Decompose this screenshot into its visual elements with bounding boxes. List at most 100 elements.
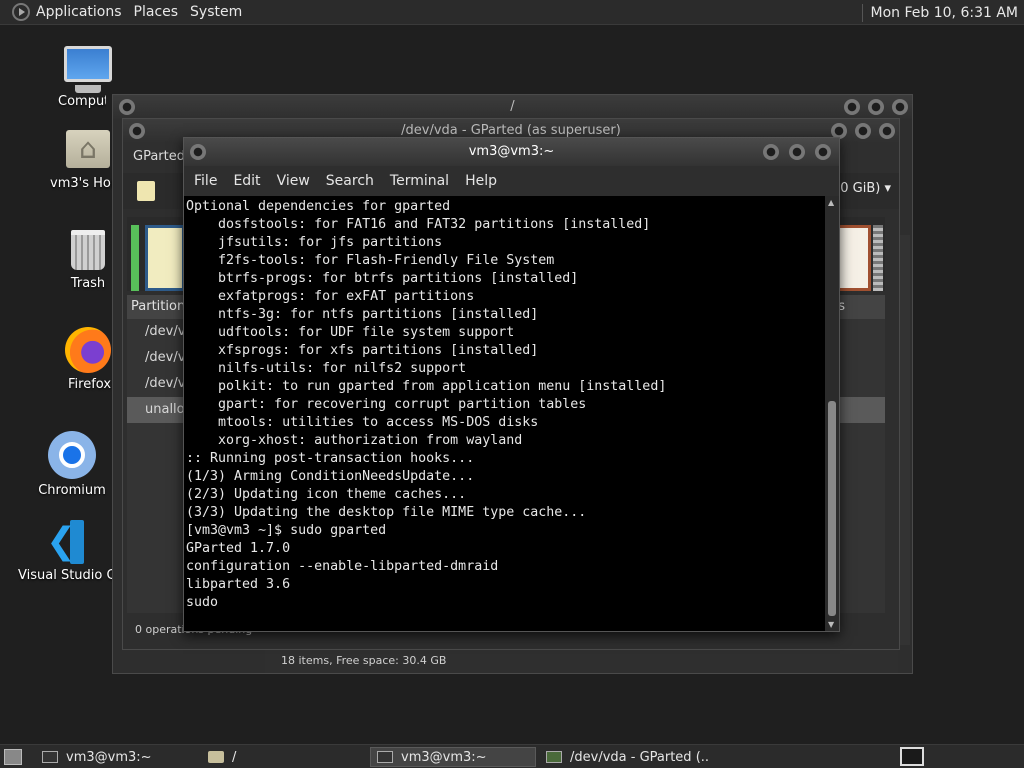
top-panel: Applications Places System Mon Feb 10, 6… xyxy=(0,0,1024,25)
menu-help[interactable]: Help xyxy=(457,173,505,189)
window-title: vm3@vm3:~ xyxy=(468,144,555,159)
terminal-line: nilfs-utils: for nilfs2 support xyxy=(186,361,467,376)
desktop-icon-label: Computer xyxy=(58,94,106,109)
taskbar-item-active[interactable]: vm3@vm3:~ xyxy=(370,747,536,767)
desktop-icon-label: Visual Studio Code xyxy=(18,568,114,583)
partition-bar-segment[interactable] xyxy=(131,225,139,291)
desktop-icon-chromium[interactable]: Chromium xyxy=(22,431,122,498)
terminal-line: xorg-xhost: authorization from wayland xyxy=(186,433,523,448)
taskbar-item[interactable]: /dev/vda - GParted (... xyxy=(540,747,710,767)
system-menu[interactable]: System xyxy=(184,0,248,25)
terminal-line: (3/3) Updating the desktop file MIME typ… xyxy=(186,505,587,520)
new-partition-icon[interactable] xyxy=(137,181,155,201)
menu-terminal[interactable]: Terminal xyxy=(382,173,457,189)
window-menu-icon[interactable] xyxy=(119,99,135,115)
taskbar-item[interactable]: vm3@vm3:~ xyxy=(36,747,196,767)
device-selector-label: 0 GiB) xyxy=(840,181,881,196)
terminal-line: xfsprogs: for xfs partitions [installed] xyxy=(186,343,539,358)
maximize-icon[interactable] xyxy=(789,144,805,160)
terminal-line: sudo xyxy=(186,595,219,610)
terminal-line: (2/3) Updating icon theme caches... xyxy=(186,487,467,502)
folder-icon xyxy=(208,751,224,763)
minimize-icon[interactable] xyxy=(844,99,860,115)
desktop-icon-label: Chromium xyxy=(38,483,106,498)
scroll-down-icon[interactable]: ▼ xyxy=(828,620,834,629)
partition-header-label: Partition xyxy=(131,299,186,314)
maximize-icon[interactable] xyxy=(855,123,871,139)
partition-bar-segment[interactable] xyxy=(145,225,185,291)
terminal-line: configuration --enable-libparted-dmraid xyxy=(186,559,499,574)
terminal-line: [vm3@vm3 ~]$ sudo gparted xyxy=(186,523,387,538)
terminal-line: exfatprogs: for exFAT partitions xyxy=(186,289,475,304)
menu-view[interactable]: View xyxy=(269,173,318,189)
file-manager-titlebar[interactable]: / xyxy=(113,95,912,119)
close-icon[interactable] xyxy=(879,123,895,139)
terminal-line: Optional dependencies for gparted xyxy=(186,199,451,214)
taskbar-item-label: vm3@vm3:~ xyxy=(401,749,487,765)
taskbar-item-label: / xyxy=(232,749,237,765)
terminal-titlebar[interactable]: vm3@vm3:~ xyxy=(184,138,839,166)
scrollbar-thumb[interactable] xyxy=(828,401,836,616)
terminal-line: libparted 3.6 xyxy=(186,577,291,592)
clock[interactable]: Mon Feb 10, 6:31 AM xyxy=(871,5,1024,21)
terminal-line: :: Running post-transaction hooks... xyxy=(186,451,475,466)
workspace-switcher[interactable] xyxy=(900,747,924,766)
terminal-menubar: File Edit View Search Terminal Help xyxy=(184,166,839,196)
file-manager-scrollbar[interactable] xyxy=(900,235,910,645)
gparted-icon xyxy=(546,751,562,763)
terminal-line: gpart: for recovering corrupt partition … xyxy=(186,397,587,412)
menu-search[interactable]: Search xyxy=(318,173,382,189)
bottom-panel: vm3@vm3:~ / vm3@vm3:~ /dev/vda - GParted… xyxy=(0,744,1024,768)
vscode-icon xyxy=(42,520,86,564)
terminal-output[interactable]: Optional dependencies for gparted dosfst… xyxy=(184,196,825,631)
menu-file[interactable]: File xyxy=(186,173,225,189)
terminal-line: f2fs-tools: for Flash-Friendly File Syst… xyxy=(186,253,555,268)
clock-area: Mon Feb 10, 6:31 AM xyxy=(861,0,1024,25)
device-selector[interactable]: 0 GiB) ▾ xyxy=(840,181,891,196)
file-manager-statusbar: 18 items, Free space: 30.4 GB xyxy=(265,649,898,673)
terminal-line: ntfs-3g: for ntfs partitions [installed] xyxy=(186,307,539,322)
desktop-icon-label: vm3's Home xyxy=(50,176,114,191)
window-menu-icon[interactable] xyxy=(190,144,206,160)
chromium-icon xyxy=(48,431,96,479)
distro-logo-icon xyxy=(12,3,30,21)
gparted-menu[interactable]: GParted xyxy=(133,149,185,164)
computer-icon xyxy=(64,46,112,93)
desktop-icon-label: Firefox xyxy=(68,377,112,392)
unallocated-segment[interactable] xyxy=(873,225,883,291)
window-menu-icon[interactable] xyxy=(129,123,145,139)
taskbar-item-label: vm3@vm3:~ xyxy=(66,749,152,765)
close-icon[interactable] xyxy=(892,99,908,115)
chevron-down-icon: ▾ xyxy=(884,181,891,196)
maximize-icon[interactable] xyxy=(868,99,884,115)
taskbar-item-label: /dev/vda - GParted (... xyxy=(570,749,710,765)
menu-edit[interactable]: Edit xyxy=(225,173,268,189)
panel-separator xyxy=(861,3,863,22)
places-menu[interactable]: Places xyxy=(128,0,185,25)
firefox-icon xyxy=(65,327,111,373)
terminal-line: dosfstools: for FAT16 and FAT32 partitio… xyxy=(186,217,651,232)
window-title: / xyxy=(510,99,515,114)
close-icon[interactable] xyxy=(815,144,831,160)
terminal-line: jfsutils: for jfs partitions xyxy=(186,235,443,250)
terminal-line: GParted 1.7.0 xyxy=(186,541,291,556)
terminal-window[interactable]: vm3@vm3:~ File Edit View Search Terminal… xyxy=(183,137,840,632)
terminal-line: btrfs-progs: for btrfs partitions [insta… xyxy=(186,271,579,286)
trash-icon xyxy=(71,230,105,270)
minimize-icon[interactable] xyxy=(763,144,779,160)
applications-menu-label: Applications xyxy=(36,4,122,20)
terminal-line: polkit: to run gparted from application … xyxy=(186,379,667,394)
taskbar-item[interactable]: / xyxy=(202,747,362,767)
terminal-icon xyxy=(42,751,58,763)
terminal-line: (1/3) Arming ConditionNeedsUpdate... xyxy=(186,469,475,484)
home-folder-icon xyxy=(66,130,110,168)
scroll-up-icon[interactable]: ▲ xyxy=(828,198,834,207)
show-desktop-icon[interactable] xyxy=(4,749,22,765)
desktop-icon-vscode[interactable]: Visual Studio Code xyxy=(14,520,114,583)
terminal-line: udftools: for UDF file system support xyxy=(186,325,515,340)
applications-menu[interactable]: Applications xyxy=(0,0,128,25)
terminal-scrollbar[interactable]: ▲ ▼ xyxy=(825,196,839,631)
window-title: /dev/vda - GParted (as superuser) xyxy=(401,123,621,138)
terminal-icon xyxy=(377,751,393,763)
terminal-line: mtools: utilities to access MS-DOS disks xyxy=(186,415,539,430)
